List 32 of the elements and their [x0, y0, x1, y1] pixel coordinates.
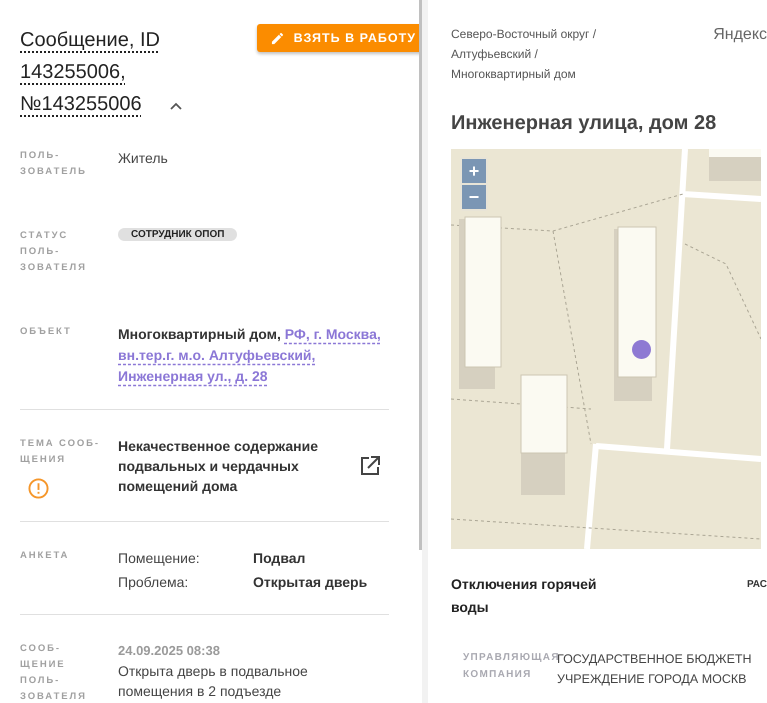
zoom-out-button[interactable]: −: [462, 185, 486, 209]
section-title: Отключения горячей воды: [451, 575, 598, 617]
map-service-link[interactable]: Яндекс: [713, 26, 767, 84]
breadcrumb-link[interactable]: Многоквартирный дом: [451, 64, 641, 84]
topic-text: Некачественное содержание подвальных и чердачных помещений дома: [118, 437, 318, 496]
survey-question: Помещение:: [118, 549, 201, 568]
field-label: ПОЛЬ-ЗОВАТЕЛЬ: [20, 149, 88, 179]
message-title: Сообщение, ID 143255006, №143255006: [20, 28, 161, 117]
status-badge: СОТРУДНИК ОПОП: [118, 228, 238, 241]
chevron-up-icon[interactable]: [170, 102, 182, 110]
address-heading: Инженерная улица, дом 28: [451, 112, 718, 135]
survey-answer: Открытая дверь: [253, 573, 368, 592]
field-label: АНКЕТА: [20, 549, 70, 563]
field-label: СТАТУС ПОЛЬ-ЗОВАТЕЛЯ: [20, 229, 88, 275]
survey-answer: Подвал: [253, 549, 306, 568]
zoom-in-button[interactable]: +: [462, 159, 486, 183]
survey-question: Проблема:: [118, 573, 190, 592]
breadcrumb-link[interactable]: Алтуфьевский /: [451, 44, 641, 64]
field-label: ОБЪЕКТ: [20, 325, 73, 339]
field-label: СООБ-ЩЕНИЕ ПОЛЬ-ЗОВАТЕЛЯ: [20, 642, 88, 703]
object-address: Многоквартирный дом, РФ, г. Москва, вн.тер.г. м.о. Алтуфьевский, Инженерная ул., д. 28: [118, 325, 382, 386]
company-name: УЧРЕЖДЕНИЕ ГОРОДА МОСКВ: [557, 671, 748, 688]
breadcrumb-link[interactable]: Северо-Восточный округ /: [451, 24, 641, 44]
user-type: Житель: [118, 149, 169, 168]
pencil-icon: [270, 32, 284, 44]
company-name: ГОСУДАРСТВЕННОЕ БЮДЖЕТН: [557, 651, 752, 668]
scrollbar[interactable]: [419, 0, 422, 550]
field-label: ТЕМА СООБ-ЩЕНИЯ: [20, 437, 100, 467]
message-date: 24.09.2025 08:38: [118, 642, 221, 660]
message-text: Открыта дверь в подвальное помещения в 2 подъезде: [118, 662, 309, 701]
column-header: РАС: [747, 579, 767, 592]
external-link-icon[interactable]: [360, 456, 380, 476]
